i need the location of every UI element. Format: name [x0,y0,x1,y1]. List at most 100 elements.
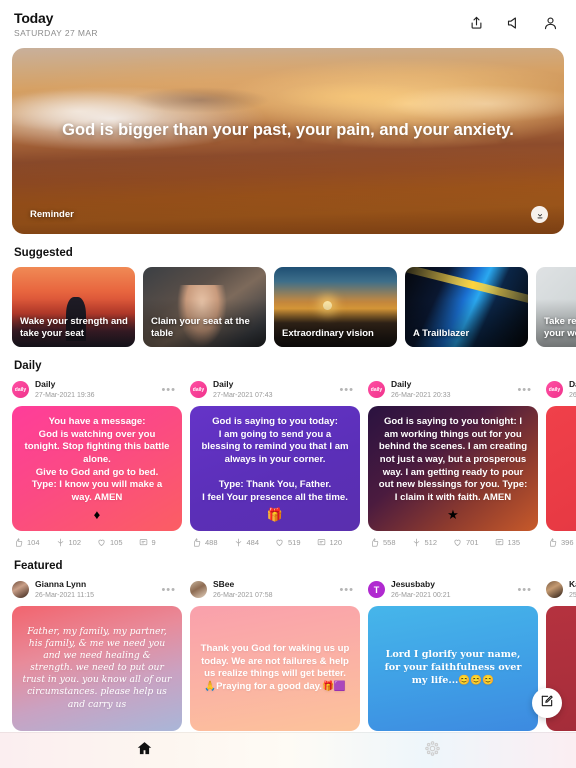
suggested-label: Wake your strength and take your seat [20,315,128,339]
section-title-featured: Featured [14,559,63,572]
post-meta: Gianna Lynn 26-Mar-2021 11:15 [35,580,155,600]
bottom-navigation [0,732,576,768]
post-emoji: ♦ [93,506,101,522]
reaction-pray[interactable]: 102 [56,538,98,547]
avatar[interactable]: T [368,581,385,599]
avatar[interactable]: daily [368,381,385,399]
reaction-count: 701 [466,537,479,547]
post-meta: SBee 26-Mar-2021 07:58 [213,580,333,600]
post-date: 26-Mar-2021 11:15 [35,591,95,599]
post-author: SBee [213,579,235,589]
post-card[interactable]: Daily Today You Go fail Type: You [546,405,576,531]
suggested-card[interactable]: Extraordinary vision [274,267,397,347]
daily-post[interactable]: daily Daily 26-Mar-2021 20:33 ••• God is… [368,380,538,547]
post-header: daily Daily 27-Mar-2021 19:36 ••• [12,380,182,406]
post-author: Kate W [569,579,576,589]
post-menu-icon[interactable]: ••• [339,384,358,396]
post-date: 25-Mar-2021 [569,591,576,599]
featured-post[interactable]: T Jesusbaby 26-Mar-2021 00:21 ••• Lord I… [368,580,538,731]
profile-icon[interactable] [543,15,558,31]
post-meta: Daily 26-Mar-2021 [569,380,576,400]
reaction-count: 484 [246,537,260,547]
reaction-like[interactable]: 488 [192,538,234,547]
reaction-comment[interactable]: 120 [317,538,359,547]
reaction-like[interactable]: 104 [14,538,56,547]
post-date: 27-Mar-2021 19:36 [35,391,95,399]
post-header: daily Daily 27-Mar-2021 07:43 ••• [190,380,360,406]
post-card[interactable]: You have a message: God is watching over… [12,405,182,531]
featured-row[interactable]: Gianna Lynn 26-Mar-2021 11:15 ••• Father… [0,580,576,731]
suggested-label: Extraordinary vision [282,327,374,339]
post-card[interactable]: Thank you God for waking us up today. We… [190,605,360,731]
reaction-heart[interactable]: 105 [97,538,139,547]
post-meta: Kate W 25-Mar-2021 [569,580,576,600]
reaction-bar: 558 512 701 135 [368,531,538,547]
share-icon[interactable] [469,15,484,31]
page-date: SATURDAY 27 MAR [14,28,98,38]
megaphone-icon[interactable] [506,15,521,31]
post-author: Jesusbaby [391,579,435,589]
hero-card[interactable]: God is bigger than your past, your pain,… [12,48,564,234]
post-header: daily Daily 26-Mar-2021 20:33 ••• [368,380,538,406]
reaction-comment[interactable]: 9 [139,538,181,547]
reaction-comment[interactable]: 135 [495,538,537,547]
post-text: God is saying to you today: I am going t… [201,416,349,503]
hero-label: Reminder [30,209,74,220]
reaction-like[interactable]: 558 [370,538,412,547]
post-header: T Jesusbaby 26-Mar-2021 00:21 ••• [368,580,538,606]
post-card[interactable]: Father, my family, my partner, his famil… [12,605,182,731]
reaction-count: 558 [383,537,396,547]
post-card[interactable]: God is saying to you tonight: I am worki… [368,405,538,531]
app-root: Today SATURDAY 27 MAR God is bigger than… [0,0,576,768]
reaction-count: 512 [424,537,438,547]
suggested-card[interactable]: Claim your seat at the table [143,267,266,347]
nav-home[interactable] [0,740,288,762]
avatar[interactable] [12,581,29,599]
compose-button[interactable] [532,688,562,718]
reaction-heart[interactable]: 519 [275,538,317,547]
post-menu-icon[interactable]: ••• [517,384,536,396]
daily-post[interactable]: daily Daily 27-Mar-2021 19:36 ••• You ha… [12,380,182,547]
post-meta: Daily 27-Mar-2021 19:36 [35,380,155,400]
post-date: 26-Mar-2021 07:58 [213,591,273,599]
avatar[interactable] [546,581,563,599]
suggested-row[interactable]: Wake your strength and take your seat Cl… [0,267,576,347]
post-author: Gianna Lynn [35,579,87,589]
post-header: daily Daily 26-Mar-2021 ••• [546,380,576,406]
featured-post[interactable]: SBee 26-Mar-2021 07:58 ••• Thank you God… [190,580,360,731]
post-author: Daily [391,380,412,389]
reaction-pray[interactable]: 484 [234,538,276,547]
reaction-bar: 396 [546,531,576,547]
post-menu-icon[interactable]: ••• [161,584,180,596]
post-menu-icon[interactable]: ••• [339,584,358,596]
reaction-count: 104 [27,537,40,547]
post-text: God is saying to you tonight: I am worki… [378,416,528,503]
avatar[interactable] [190,581,207,599]
suggested-card[interactable]: Take responsibility for your world [536,267,576,347]
daily-post[interactable]: daily Daily 26-Mar-2021 ••• Daily Today … [546,380,576,547]
suggested-card[interactable]: A Trailblazer [405,267,528,347]
daily-post[interactable]: daily Daily 27-Mar-2021 07:43 ••• God is… [190,380,360,547]
avatar[interactable]: daily [190,381,207,399]
post-meta: Jesusbaby 26-Mar-2021 00:21 [391,580,511,600]
daily-row[interactable]: daily Daily 27-Mar-2021 19:36 ••• You ha… [0,380,576,547]
post-card[interactable]: God is saying to you today: I am going t… [190,405,360,531]
post-menu-icon[interactable]: ••• [517,584,536,596]
reaction-heart[interactable]: 701 [453,538,495,547]
avatar[interactable]: daily [12,381,29,399]
hero-quote: God is bigger than your past, your pain,… [62,121,514,139]
download-icon[interactable] [531,206,548,223]
avatar[interactable]: daily [546,381,563,399]
post-menu-icon[interactable]: ••• [161,384,180,396]
nav-settings[interactable] [288,740,576,762]
section-title-suggested: Suggested [14,247,73,259]
post-header: Gianna Lynn 26-Mar-2021 11:15 ••• [12,580,182,606]
suggested-card[interactable]: Wake your strength and take your seat [12,267,135,347]
reaction-count: 396 [561,537,574,547]
reaction-pray[interactable]: 512 [412,538,454,547]
reaction-like[interactable]: 396 [548,538,576,547]
post-card[interactable]: Lord I glorify your name, for your faith… [368,605,538,731]
header-titles: Today SATURDAY 27 MAR [14,10,98,38]
featured-post[interactable]: Gianna Lynn 26-Mar-2021 11:15 ••• Father… [12,580,182,731]
suggested-label: A Trailblazer [413,327,470,339]
